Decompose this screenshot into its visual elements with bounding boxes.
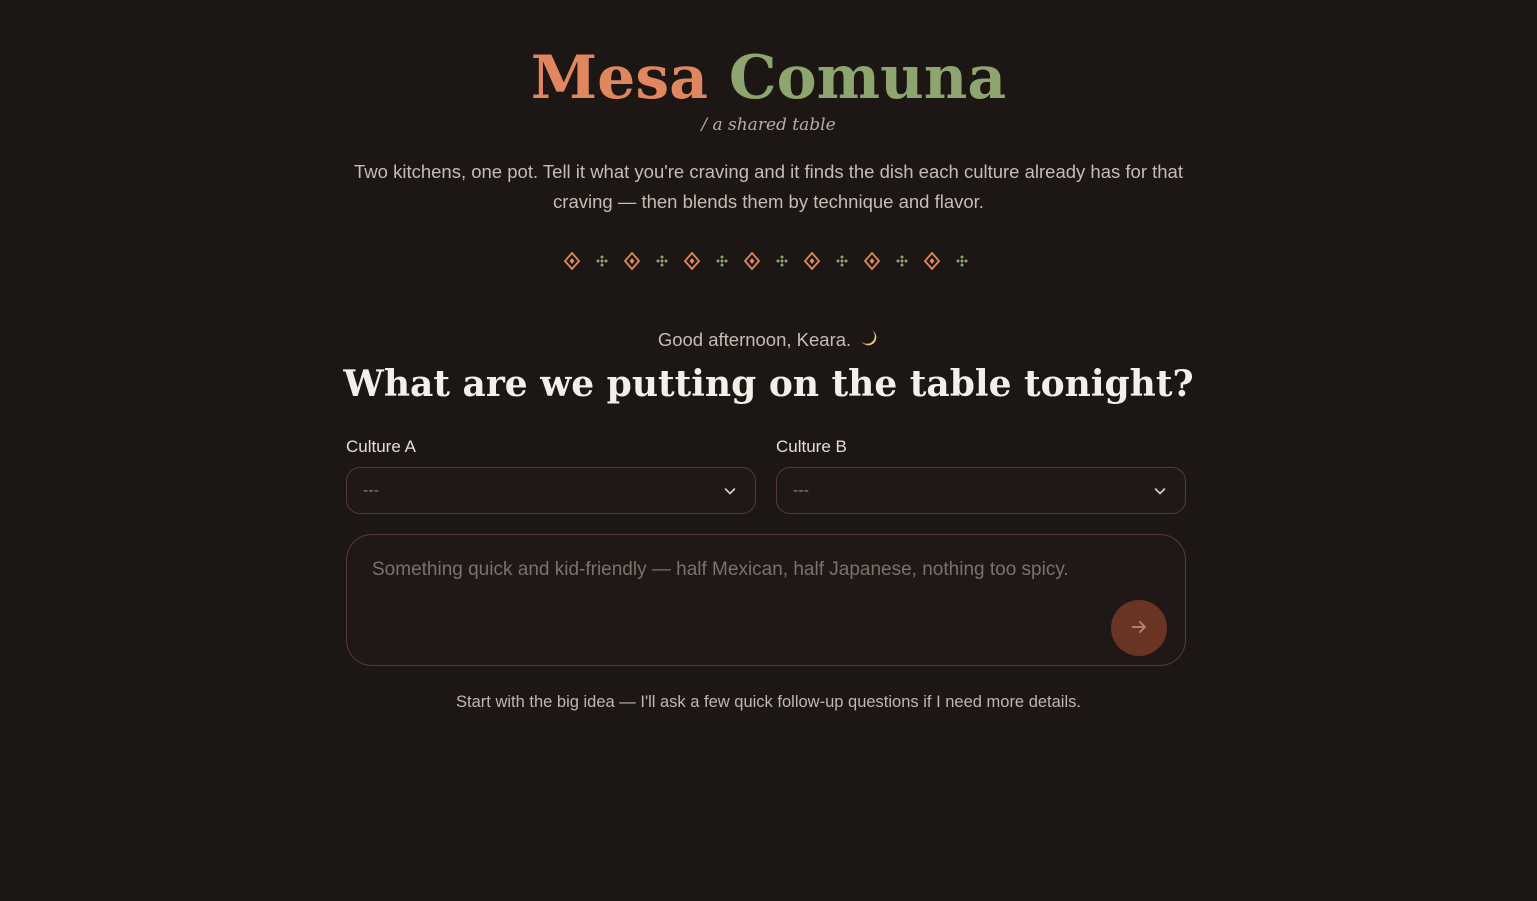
- hint-text: Start with the big idea — I'll ask a few…: [456, 693, 1081, 711]
- culture-b-value: ---: [793, 481, 809, 499]
- ornament-dot: [900, 259, 904, 263]
- brand-title: Mesa Comuna: [0, 38, 1537, 118]
- greeting-text: Good afternoon, Keara.: [657, 329, 852, 350]
- divider-ornament: [563, 251, 968, 271]
- ornament-dot: [664, 259, 668, 263]
- greeting: Good afternoon, Keara.: [0, 326, 1537, 356]
- ornament-dot: [960, 263, 964, 267]
- ornament-dot: [900, 263, 904, 267]
- ornament-dot: [900, 255, 904, 259]
- ornament-diamond-core: [749, 258, 755, 264]
- ornament-dot: [656, 259, 660, 263]
- ornament-dot: [716, 259, 720, 263]
- ornament-dot: [844, 259, 848, 263]
- ornament-dot: [596, 259, 600, 263]
- brand-word-comuna: Comuna: [728, 43, 1007, 113]
- ornament-diamond-core: [689, 258, 695, 264]
- prompt-box: [346, 534, 1186, 666]
- brand-word-mesa: Mesa: [530, 43, 708, 113]
- chevron-down-icon: [1153, 484, 1167, 498]
- ornament-dot: [784, 259, 788, 263]
- arrow-right-icon: [1129, 617, 1149, 640]
- ornament-dot: [660, 255, 664, 259]
- brand-tagline: / a shared table: [701, 115, 836, 135]
- ornament-diamond-core: [869, 258, 875, 264]
- ornament-diamond-core: [629, 258, 635, 264]
- intro-text: Two kitchens, one pot. Tell it what you'…: [354, 161, 1183, 212]
- ornament-dot: [600, 255, 604, 259]
- culture-a-value: ---: [363, 481, 379, 499]
- culture-b-select[interactable]: ---: [776, 467, 1186, 514]
- ornament-dot: [660, 259, 664, 263]
- culture-a-label: Culture A: [346, 437, 416, 456]
- ornament-dot: [840, 263, 844, 267]
- page: Mesa Comuna / a shared table Two kitchen…: [0, 0, 1537, 901]
- ornament-dot: [780, 259, 784, 263]
- ornament-dot: [720, 263, 724, 267]
- ornament-dot: [840, 255, 844, 259]
- ornament-dot: [896, 259, 900, 263]
- ornament-dot: [720, 259, 724, 263]
- send-button[interactable]: [1111, 600, 1167, 656]
- page-headline: What are we putting on the table tonight…: [343, 363, 1194, 405]
- ornament-dot: [600, 263, 604, 267]
- ornament-dot: [724, 259, 728, 263]
- moon-icon: [859, 328, 879, 356]
- ornament-dot: [960, 255, 964, 259]
- chevron-down-icon: [723, 484, 737, 498]
- ornament-diamond-core: [569, 258, 575, 264]
- craving-input[interactable]: [372, 554, 1092, 624]
- ornament-diamond-core: [929, 258, 935, 264]
- ornament-dot: [720, 255, 724, 259]
- ornament-dot: [776, 259, 780, 263]
- ornament-dot: [956, 259, 960, 263]
- ornament-diamond-core: [809, 258, 815, 264]
- ornament-dot: [604, 259, 608, 263]
- ornament-dot: [780, 255, 784, 259]
- ornament-dot: [904, 259, 908, 263]
- culture-a-select[interactable]: ---: [346, 467, 756, 514]
- ornament-dot: [780, 263, 784, 267]
- ornament-dot: [840, 259, 844, 263]
- ornament-dot: [660, 263, 664, 267]
- ornament-dot: [836, 259, 840, 263]
- ornament-dot: [964, 259, 968, 263]
- ornament-dot: [600, 259, 604, 263]
- culture-b-label: Culture B: [776, 437, 847, 456]
- ornament-dot: [960, 259, 964, 263]
